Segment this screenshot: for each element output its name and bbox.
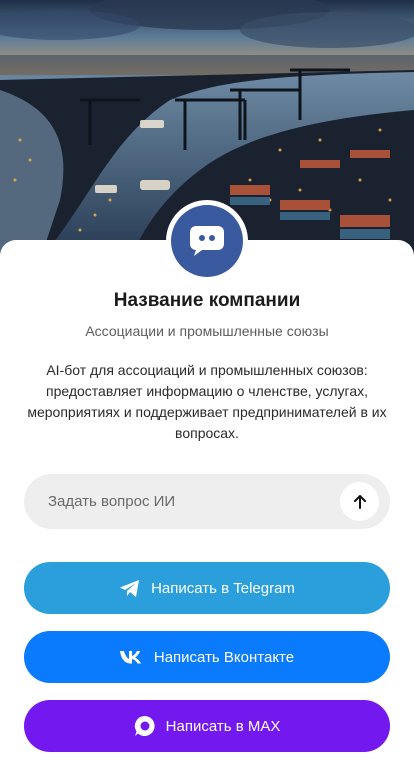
send-button[interactable]	[340, 482, 379, 521]
write-max-button[interactable]: Написать в MAX	[24, 700, 390, 752]
write-max-label: Написать в MAX	[165, 717, 281, 735]
company-category: Ассоциации и промышленные союзы	[85, 323, 329, 339]
ask-ai-input[interactable]	[48, 493, 390, 510]
arrow-up-icon	[353, 494, 366, 509]
write-vk-label: Написать Вконтакте	[153, 648, 295, 666]
telegram-icon	[119, 579, 141, 598]
avatar	[166, 200, 248, 282]
write-telegram-button[interactable]: Написать в Telegram	[24, 562, 390, 614]
max-icon	[134, 715, 156, 737]
bot-avatar	[171, 205, 243, 277]
company-description: AI-бот для ассоциаций и промышленных сою…	[27, 362, 387, 441]
ask-ai-field[interactable]	[24, 474, 390, 529]
chat-bot-icon	[190, 226, 224, 256]
vk-icon	[119, 650, 144, 664]
write-vk-button[interactable]: Написать Вконтакте	[24, 631, 390, 683]
company-name: Название компании	[113, 290, 301, 311]
write-telegram-label: Написать в Telegram	[151, 579, 295, 597]
